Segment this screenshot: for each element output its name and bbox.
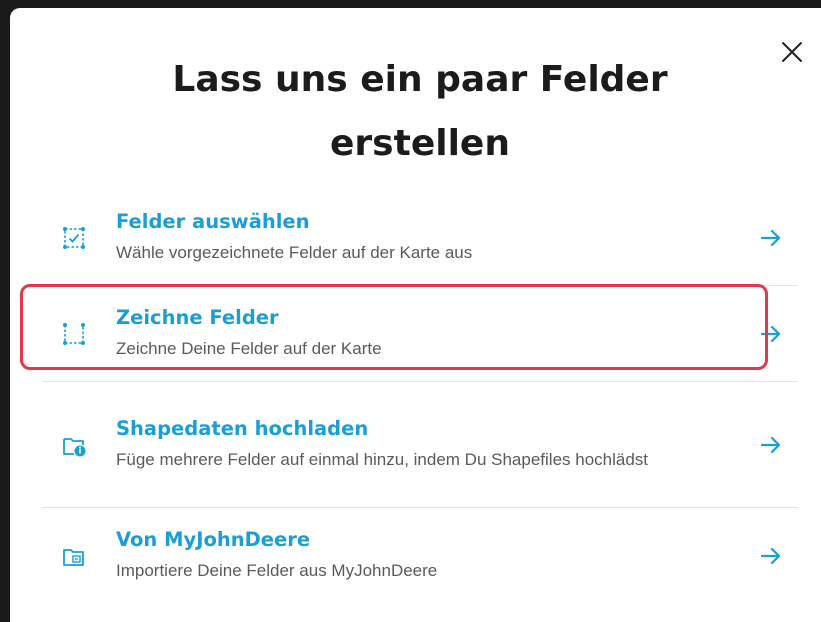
option-texts: Von MyJohnDeere Importiere Deine Felder …	[116, 527, 740, 585]
option-texts: Felder auswählen Wähle vorgezeichnete Fe…	[116, 209, 740, 267]
create-fields-dialog: Lass uns ein paar Felder erstellen Felde…	[10, 8, 821, 622]
options-list: Felder auswählen Wähle vorgezeichnete Fe…	[42, 190, 798, 604]
option-description: Zeichne Deine Felder auf der Karte	[116, 338, 382, 358]
option-texts: Zeichne Felder Zeichne Deine Felder auf …	[116, 305, 740, 363]
option-draw-fields[interactable]: Zeichne Felder Zeichne Deine Felder auf …	[42, 286, 798, 382]
arrow-right-icon	[756, 223, 786, 253]
close-icon	[782, 42, 802, 62]
dialog-title: Lass uns ein paar Felder erstellen	[172, 59, 668, 164]
option-title: Von MyJohnDeere	[116, 528, 311, 551]
option-title: Shapedaten hochladen	[116, 416, 369, 440]
option-title: Zeichne Felder	[116, 305, 279, 329]
arrow-right-icon	[756, 430, 786, 460]
option-description: Füge mehrere Felder auf einmal hinzu, in…	[116, 449, 649, 469]
upload-shapefile-icon	[60, 431, 88, 459]
option-title: Felder auswählen	[116, 209, 310, 233]
option-description: Importiere Deine Felder aus MyJohnDeere	[116, 561, 438, 580]
option-texts: Shapedaten hochladen Füge mehrere Felder…	[116, 416, 740, 474]
arrow-right-icon	[756, 319, 786, 349]
option-description: Wähle vorgezeichnete Felder auf der Kart…	[116, 242, 473, 262]
arrow-right-icon	[756, 541, 786, 571]
import-myjohndeere-icon	[60, 542, 88, 570]
option-select-fields[interactable]: Felder auswählen Wähle vorgezeichnete Fe…	[42, 190, 798, 286]
draw-fields-icon	[60, 320, 88, 348]
close-button[interactable]	[776, 36, 808, 68]
select-fields-icon	[60, 224, 88, 252]
option-import-myjohndeere[interactable]: Von MyJohnDeere Importiere Deine Felder …	[42, 508, 798, 604]
option-upload-shapefiles[interactable]: Shapedaten hochladen Füge mehrere Felder…	[42, 382, 798, 508]
